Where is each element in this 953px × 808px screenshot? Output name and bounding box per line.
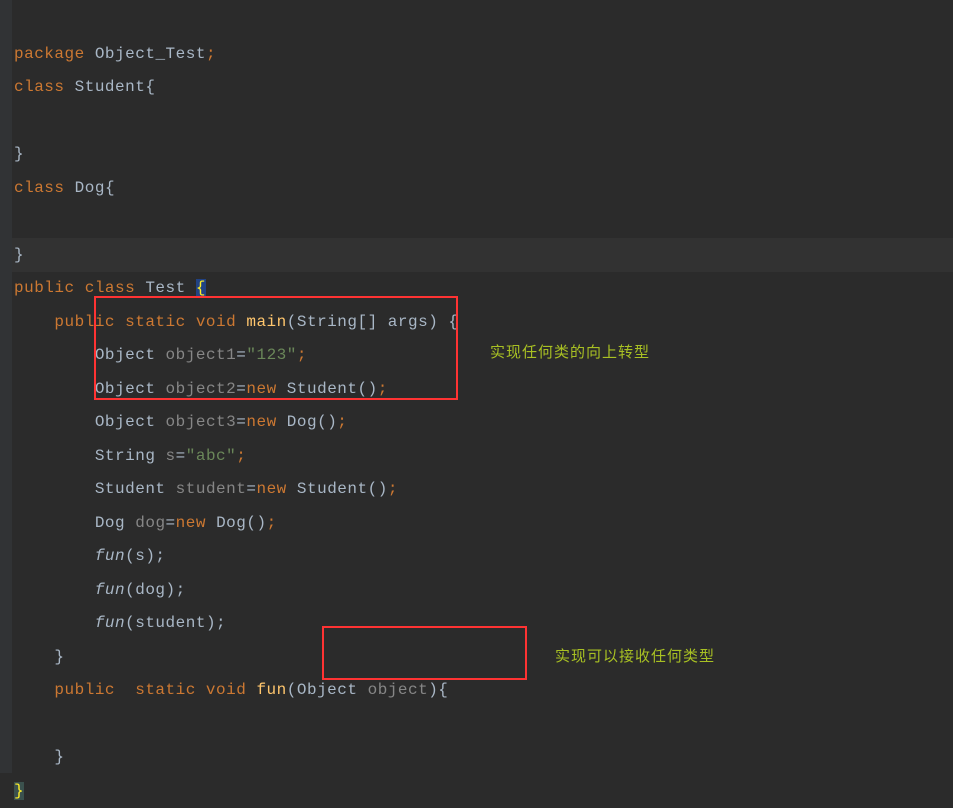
line-1: package Object_Test; [14, 45, 216, 63]
code-editor-content[interactable]: package Object_Test; class Student{ } cl… [14, 4, 459, 808]
editor-gutter [0, 0, 12, 773]
line-21 [14, 715, 24, 733]
annotation-2: 实现可以接收任何类型 [555, 640, 715, 674]
line-19: } [14, 648, 65, 666]
line-4: } [14, 145, 24, 163]
line-3 [14, 112, 24, 130]
line-16: fun(s); [14, 547, 166, 565]
line-23: } [14, 782, 24, 800]
line-18: fun(student); [14, 614, 226, 632]
line-8: public class Test { [14, 279, 206, 297]
line-14: Student student=new Student(); [14, 480, 398, 498]
line-6 [14, 212, 24, 230]
line-15: Dog dog=new Dog(); [14, 514, 277, 532]
line-5: class Dog{ [14, 179, 115, 197]
line-11: Object object2=new Student(); [14, 380, 388, 398]
line-9: public static void main(String[] args) { [14, 313, 459, 331]
line-13: String s="abc"; [14, 447, 246, 465]
line-10: Object object1="123"; [14, 346, 307, 364]
line-22: } [14, 748, 65, 766]
line-12: Object object3=new Dog(); [14, 413, 347, 431]
annotation-1: 实现任何类的向上转型 [490, 336, 650, 370]
line-7: } [14, 246, 24, 264]
line-20: public static void fun(Object object){ [14, 681, 448, 699]
matched-brace-close: } [14, 782, 24, 800]
line-2: class Student{ [14, 78, 155, 96]
matched-brace-open: { [196, 279, 206, 297]
line-17: fun(dog); [14, 581, 186, 599]
